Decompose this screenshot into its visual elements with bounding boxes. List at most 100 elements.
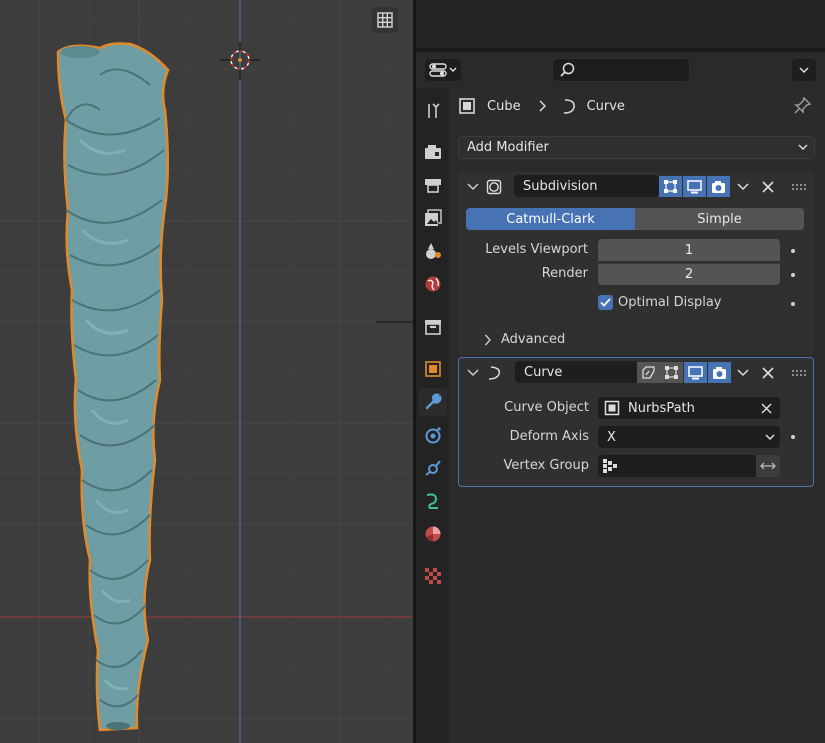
camera-icon <box>713 366 726 379</box>
render-levels-label: Render <box>541 266 588 281</box>
tab-render[interactable] <box>418 138 447 166</box>
camera-icon <box>712 180 725 193</box>
3d-viewport[interactable] <box>0 0 413 743</box>
clear-icon[interactable] <box>761 402 772 414</box>
curve-type-icon-wrap <box>483 362 505 383</box>
tab-constraints[interactable] <box>418 487 447 515</box>
breadcrumb-object: Cube <box>487 98 521 114</box>
deform-axis-value: X <box>607 429 616 445</box>
modifier-options-dropdown[interactable] <box>732 362 754 383</box>
view-layer-icon <box>424 209 442 226</box>
tab-tool[interactable] <box>418 97 447 125</box>
tab-modifier[interactable] <box>418 388 447 416</box>
subdivision-mode-selector: Catmull-Clark Simple <box>466 208 804 230</box>
grid-view-button[interactable] <box>372 7 398 33</box>
keyframe-dot[interactable] <box>791 249 795 253</box>
on-cage-toggle[interactable] <box>637 362 660 383</box>
tab-particles[interactable] <box>418 421 447 449</box>
chevron-down-icon <box>449 67 457 72</box>
breadcrumb-data: Curve <box>586 98 625 114</box>
tab-texture[interactable] <box>418 562 447 590</box>
optimal-display-label: Optimal Display <box>618 295 722 310</box>
editor-type-button[interactable] <box>425 59 461 81</box>
chevron-down-icon <box>467 368 479 376</box>
drag-handle-icon <box>792 183 806 190</box>
curve-name: Curve <box>524 364 563 380</box>
monitor-icon <box>687 179 702 193</box>
viewport-grid <box>0 0 413 743</box>
collapse-button[interactable] <box>462 176 484 197</box>
subdivision-type-icon-wrap <box>483 176 505 197</box>
render-toggle[interactable] <box>707 176 730 197</box>
chevron-down-icon <box>765 433 775 440</box>
invert-vertex-group-toggle[interactable] <box>756 455 780 477</box>
keyframe-dot[interactable] <box>791 435 795 439</box>
drag-handle[interactable] <box>788 362 810 383</box>
advanced-label: Advanced <box>501 332 566 347</box>
optimal-display-checkbox[interactable] <box>598 295 613 310</box>
viewport-toggle[interactable] <box>683 176 706 197</box>
tab-physics[interactable] <box>418 454 447 482</box>
keyframe-dot[interactable] <box>791 273 795 277</box>
subdivision-modifier-panel: Subdivision Catmull-Clark Simple Levels … <box>458 172 814 355</box>
options-dropdown[interactable] <box>792 59 816 81</box>
tab-object[interactable] <box>418 355 447 383</box>
vertex-group-icon <box>603 459 617 473</box>
scene-icon <box>425 243 441 259</box>
grid-view-icon <box>377 12 393 28</box>
edit-mode-icon <box>664 180 677 193</box>
viewport-toggle[interactable] <box>684 362 707 383</box>
tab-material[interactable] <box>418 520 447 548</box>
mode-catmull-clark[interactable]: Catmull-Clark <box>466 208 635 230</box>
curve-modifier-icon <box>488 365 501 380</box>
curve-object-value: NurbsPath <box>628 400 695 416</box>
drag-handle-icon <box>792 369 806 376</box>
tab-output[interactable] <box>418 171 447 199</box>
edit-mode-icon <box>665 366 678 379</box>
tab-collection[interactable] <box>418 313 447 341</box>
search-input[interactable] <box>552 58 690 82</box>
properties-top-area <box>416 0 825 50</box>
object-icon <box>459 98 475 114</box>
on-cage-icon <box>642 366 655 379</box>
drag-handle[interactable] <box>788 176 810 197</box>
curve-modifier-header: Curve <box>459 358 813 386</box>
subdivision-name: Subdivision <box>523 178 598 194</box>
braid-mesh[interactable] <box>56 42 170 732</box>
3d-cursor[interactable] <box>220 42 260 80</box>
tab-view-layer[interactable] <box>418 204 447 232</box>
deform-axis-dropdown[interactable]: X <box>598 426 780 448</box>
object-icon <box>424 361 441 377</box>
vertex-group-field[interactable] <box>598 455 756 477</box>
add-modifier-dropdown[interactable]: Add Modifier <box>458 136 815 159</box>
curve-name-field[interactable]: Curve <box>515 361 637 383</box>
tab-world[interactable] <box>418 270 447 298</box>
tab-scene[interactable] <box>418 237 447 265</box>
render-toggle[interactable] <box>708 362 731 383</box>
pin-button[interactable] <box>794 96 812 118</box>
curve-object-field[interactable]: NurbsPath <box>598 397 780 419</box>
render-levels-field[interactable]: 2 <box>598 263 780 285</box>
subdivision-name-field[interactable]: Subdivision <box>514 175 659 197</box>
modifier-options-dropdown[interactable] <box>732 176 754 197</box>
edit-mode-toggle[interactable] <box>659 176 682 197</box>
particles-icon <box>425 427 441 444</box>
levels-viewport-field[interactable]: 1 <box>598 239 780 261</box>
chevron-down-icon <box>799 66 809 73</box>
chevron-down-icon <box>737 182 749 190</box>
monitor-icon <box>688 365 703 379</box>
advanced-subpanel-header[interactable]: Advanced <box>484 332 565 347</box>
mode-simple[interactable]: Simple <box>635 208 804 230</box>
arrow-left-right-icon <box>760 462 776 470</box>
curve-data-icon <box>563 99 575 114</box>
edit-mode-toggle[interactable] <box>660 362 683 383</box>
deform-axis-label: Deform Axis <box>509 429 589 444</box>
keyframe-dot[interactable] <box>791 302 795 306</box>
remove-modifier-button[interactable] <box>757 362 779 383</box>
chevron-down-icon <box>467 182 479 190</box>
remove-modifier-button[interactable] <box>757 176 779 197</box>
subdivision-modifier-header: Subdivision <box>458 172 814 200</box>
curve-modifier-panel: Curve Curve Object NurbsPath Deform Axis… <box>458 357 814 487</box>
render-levels-value: 2 <box>684 267 694 282</box>
collapse-button[interactable] <box>462 362 484 383</box>
